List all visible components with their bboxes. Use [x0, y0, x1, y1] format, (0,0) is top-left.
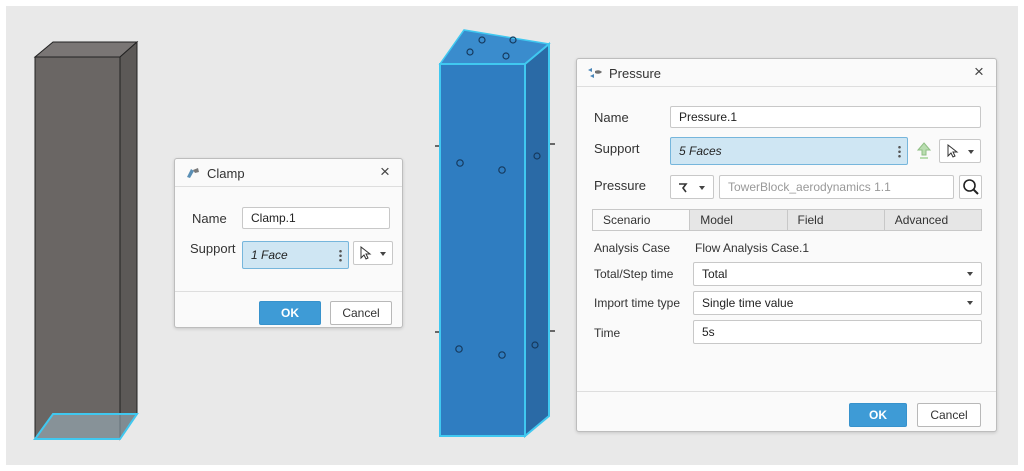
pressure-type-dropdown[interactable]: [670, 175, 714, 199]
ok-button[interactable]: OK: [849, 403, 907, 427]
import-time-select[interactable]: Single time value: [693, 291, 982, 315]
clamp-dialog-titlebar[interactable]: Clamp ×: [175, 159, 402, 187]
support-field[interactable]: 1 Face: [242, 241, 349, 269]
3d-viewport[interactable]: Clamp × Name Clamp.1 Support 1 Face OK C…: [6, 6, 1018, 465]
pressure-type-icon: [679, 183, 688, 193]
clamp-selected-face: [33, 413, 139, 440]
support-label: Support: [190, 241, 236, 256]
up-arrow-button[interactable]: [913, 139, 935, 163]
selection-mode-button[interactable]: [353, 241, 393, 265]
tab-bar: Scenario Model Field Advanced: [592, 209, 982, 231]
more-options-icon[interactable]: [898, 145, 901, 158]
chevron-down-icon: [699, 186, 705, 190]
pressure-source-field: TowerBlock_aerodynamics 1.1: [719, 175, 954, 199]
cursor-icon: [947, 144, 959, 158]
tab-field[interactable]: Field: [786, 210, 884, 230]
close-icon[interactable]: ×: [970, 63, 988, 81]
pressure-icon: [588, 68, 602, 78]
cursor-icon: [360, 246, 372, 260]
up-arrow-icon: [917, 142, 931, 159]
cancel-button[interactable]: Cancel: [330, 301, 392, 325]
support-value: 5 Faces: [679, 144, 722, 158]
support-value: 1 Face: [251, 248, 288, 262]
pressure-dialog: Pressure × Name Pressure.1 Support 5 Fac…: [576, 58, 997, 432]
name-field[interactable]: Pressure.1: [670, 106, 981, 128]
import-time-label: Import time type: [594, 296, 681, 310]
time-label: Time: [594, 326, 621, 340]
cancel-button[interactable]: Cancel: [917, 403, 981, 427]
tab-model[interactable]: Model: [689, 210, 786, 230]
name-field[interactable]: Clamp.1: [242, 207, 390, 229]
tab-scenario[interactable]: Scenario: [593, 210, 690, 230]
pressure-label: Pressure: [594, 178, 647, 193]
analysis-case-value: Flow Analysis Case.1: [695, 241, 810, 255]
close-icon[interactable]: ×: [376, 163, 394, 181]
search-icon: [963, 179, 979, 195]
clamp-icon: [187, 168, 199, 178]
more-options-icon[interactable]: [339, 249, 342, 262]
pressure-block-model[interactable]: [426, 6, 576, 465]
support-field[interactable]: 5 Faces: [670, 137, 908, 165]
time-field[interactable]: 5s: [693, 320, 982, 344]
step-time-label: Total/Step time: [594, 267, 674, 281]
chevron-down-icon: [967, 272, 973, 276]
analysis-case-label: Analysis Case: [594, 241, 671, 255]
step-time-select[interactable]: Total: [693, 262, 982, 286]
selection-mode-button[interactable]: [939, 139, 981, 163]
name-label: Name: [594, 110, 629, 125]
support-label: Support: [594, 141, 640, 156]
pressure-dialog-titlebar[interactable]: Pressure ×: [577, 59, 996, 87]
tab-advanced[interactable]: Advanced: [883, 210, 981, 230]
clamp-dialog-title: Clamp: [207, 166, 245, 181]
search-button[interactable]: [959, 175, 982, 199]
chevron-down-icon: [968, 150, 974, 154]
step-time-value: Total: [702, 267, 728, 281]
chevron-down-icon: [380, 252, 386, 256]
import-time-value: Single time value: [702, 296, 794, 310]
chevron-down-icon: [967, 301, 973, 305]
clamp-dialog: Clamp × Name Clamp.1 Support 1 Face OK C…: [174, 158, 403, 328]
ok-button[interactable]: OK: [259, 301, 321, 325]
pressure-dialog-title: Pressure: [609, 66, 662, 81]
name-label: Name: [192, 211, 227, 226]
